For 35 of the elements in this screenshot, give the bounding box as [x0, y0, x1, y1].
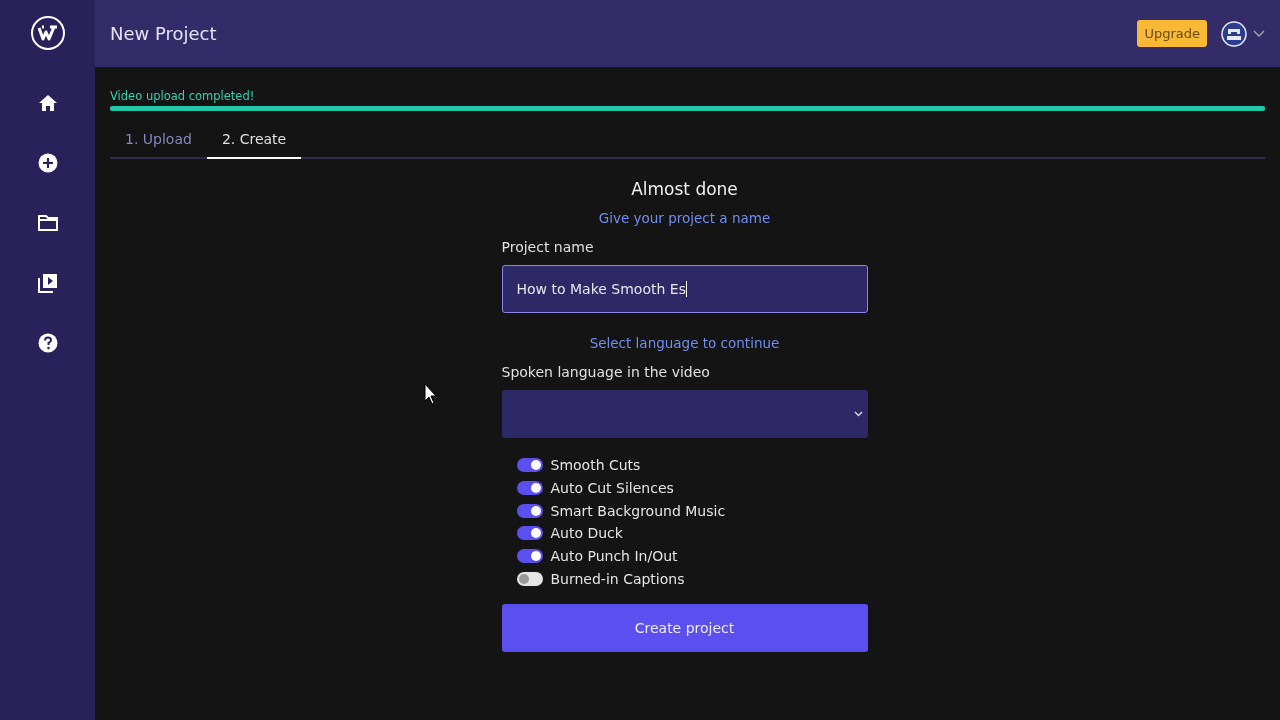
- page-title: New Project: [110, 23, 217, 44]
- project-name-field[interactable]: How to Make Smooth Es: [501, 265, 868, 313]
- mouse-pointer-icon: [424, 383, 438, 405]
- chevron-down-icon: [1253, 29, 1265, 38]
- toggle-switch[interactable]: [516, 503, 543, 518]
- toggle-switch[interactable]: [516, 526, 543, 541]
- folder-icon: [37, 215, 58, 231]
- chevron-down-icon: [853, 411, 863, 417]
- video-library-icon: [37, 273, 58, 293]
- option-label: Smart Background Music: [550, 502, 726, 519]
- option-label: Auto Duck: [550, 525, 623, 542]
- option-label: Smooth Cuts: [550, 457, 641, 474]
- upgrade-button[interactable]: Upgrade: [1137, 20, 1207, 47]
- field-label: Spoken language in the video: [501, 364, 711, 380]
- option-label: Burned-in Captions: [550, 570, 685, 587]
- logo-icon[interactable]: [29, 15, 66, 51]
- field-label: Project name: [501, 239, 595, 255]
- create-project-button[interactable]: Create project: [501, 604, 868, 653]
- option-label: Auto Cut Silences: [550, 480, 674, 497]
- toggle-switch[interactable]: [516, 481, 543, 496]
- step-tab[interactable]: 1. Upload: [110, 125, 207, 159]
- option-label: Auto Punch In/Out: [550, 548, 678, 565]
- language-hint: Select language to continue: [588, 335, 781, 351]
- toggle-switch[interactable]: [516, 571, 543, 586]
- add-icon: [37, 153, 58, 173]
- step-tab[interactable]: 2. Create: [206, 125, 302, 159]
- upload-status-text: Video upload completed!: [110, 89, 256, 103]
- form-heading: Almost done: [630, 179, 739, 199]
- toggle-switch[interactable]: [516, 549, 543, 564]
- help-icon: [37, 333, 58, 353]
- account-menu[interactable]: [1221, 20, 1265, 47]
- avatar-icon: [1221, 20, 1247, 47]
- home-icon: [37, 94, 58, 112]
- toggle-switch[interactable]: [516, 458, 543, 473]
- form-subheading: Give your project a name: [597, 210, 772, 226]
